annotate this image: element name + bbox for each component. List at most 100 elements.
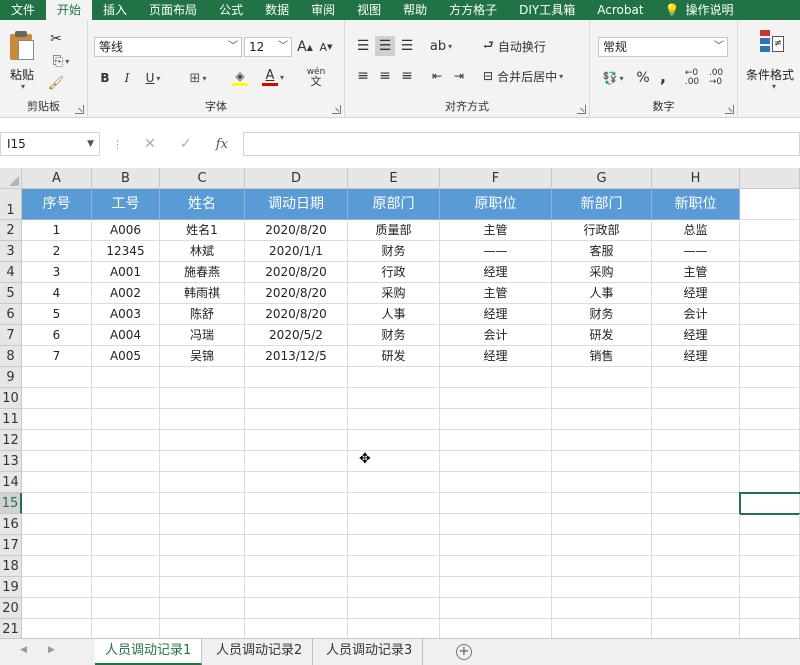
table-cell[interactable]: 会计 xyxy=(652,304,740,325)
empty-cell[interactable] xyxy=(440,472,552,493)
tab-acrobat[interactable]: Acrobat xyxy=(586,0,654,20)
align-center-icon[interactable]: ≡ xyxy=(375,66,395,86)
table-cell[interactable]: 主管 xyxy=(652,262,740,283)
row-header[interactable]: 10 xyxy=(0,388,22,409)
empty-cell[interactable] xyxy=(440,619,552,638)
bold-button[interactable]: B xyxy=(96,68,114,88)
empty-cell[interactable] xyxy=(160,472,245,493)
empty-cell[interactable] xyxy=(92,577,160,598)
table-cell[interactable]: 研发 xyxy=(348,346,440,367)
tab-file[interactable]: 文件 xyxy=(0,0,46,20)
column-header-i[interactable] xyxy=(740,168,800,189)
grow-font-button[interactable]: A ▲ xyxy=(296,37,314,57)
row-header[interactable]: 5 xyxy=(0,283,22,304)
sheet-tab-2[interactable]: 人员调动记录2 xyxy=(206,639,314,665)
empty-cell[interactable] xyxy=(22,556,92,577)
table-cell[interactable]: 吴锦 xyxy=(160,346,245,367)
empty-cell[interactable] xyxy=(22,430,92,451)
table-cell[interactable]: —— xyxy=(440,241,552,262)
empty-cell[interactable] xyxy=(92,619,160,638)
empty-cell[interactable] xyxy=(552,514,652,535)
empty-cell[interactable] xyxy=(740,388,800,409)
empty-cell[interactable] xyxy=(348,577,440,598)
empty-cell[interactable] xyxy=(440,388,552,409)
align-bottom-icon[interactable]: ☰ xyxy=(397,36,417,56)
empty-cell[interactable] xyxy=(552,430,652,451)
column-header-d[interactable]: D xyxy=(245,168,348,189)
table-cell[interactable]: 2020/8/20 xyxy=(245,304,348,325)
empty-cell[interactable] xyxy=(245,430,348,451)
conditional-format-button[interactable]: ≠ 条件格式 ▾ xyxy=(746,26,800,96)
empty-cell[interactable] xyxy=(92,430,160,451)
table-cell[interactable]: A006 xyxy=(92,220,160,241)
tab-home[interactable]: 开始 xyxy=(46,0,93,20)
number-format-box[interactable]: 常规 ﹀ xyxy=(598,37,728,57)
row-header[interactable]: 8 xyxy=(0,346,22,367)
empty-cell[interactable] xyxy=(740,598,800,619)
empty-cell[interactable] xyxy=(440,409,552,430)
table-cell[interactable]: 韩雨祺 xyxy=(160,283,245,304)
table-cell[interactable]: 财务 xyxy=(348,325,440,346)
table-header-cell[interactable]: 原职位 xyxy=(440,189,552,220)
decrease-decimal-icon[interactable]: .00 →0 xyxy=(706,68,726,88)
empty-cell[interactable] xyxy=(348,409,440,430)
sheet-tab-3[interactable]: 人员调动记录3 xyxy=(316,639,424,665)
increase-decimal-icon[interactable]: ←0.00 xyxy=(682,68,702,88)
empty-cell[interactable] xyxy=(160,535,245,556)
empty-cell[interactable] xyxy=(92,535,160,556)
empty-cell[interactable] xyxy=(245,367,348,388)
empty-cell[interactable] xyxy=(22,472,92,493)
row-header[interactable]: 4 xyxy=(0,262,22,283)
empty-cell[interactable] xyxy=(440,598,552,619)
tab-view[interactable]: 视图 xyxy=(346,0,392,20)
font-color-button[interactable]: A ▾ xyxy=(258,66,288,88)
table-cell[interactable]: 林斌 xyxy=(160,241,245,262)
empty-cell[interactable] xyxy=(245,577,348,598)
worksheet-grid[interactable]: A B C D E F G H 1 序号 工号 姓名 调动日期 原部门 原职位 新部门 新职位 2 1 A006 姓名1… xyxy=(0,168,800,638)
tab-help[interactable]: 帮助 xyxy=(392,0,438,20)
empty-cell[interactable] xyxy=(348,556,440,577)
empty-cell[interactable] xyxy=(348,619,440,638)
table-cell[interactable]: 姓名1 xyxy=(160,220,245,241)
empty-cell[interactable] xyxy=(22,367,92,388)
tab-review[interactable]: 审阅 xyxy=(300,0,346,20)
table-header-cell[interactable]: 工号 xyxy=(92,189,160,220)
column-header-f[interactable]: F xyxy=(440,168,552,189)
next-sheet-icon[interactable]: ▶ xyxy=(48,645,55,655)
empty-cell[interactable] xyxy=(652,367,740,388)
empty-cell[interactable] xyxy=(740,535,800,556)
table-cell[interactable]: 财务 xyxy=(552,304,652,325)
align-right-icon[interactable]: ≡ xyxy=(397,66,417,86)
empty-cell[interactable] xyxy=(440,577,552,598)
alignment-launcher-icon[interactable] xyxy=(577,105,586,114)
column-header-g[interactable]: G xyxy=(552,168,652,189)
empty-cell[interactable] xyxy=(740,304,800,325)
empty-cell[interactable] xyxy=(552,619,652,638)
table-cell[interactable]: 陈舒 xyxy=(160,304,245,325)
empty-cell[interactable] xyxy=(652,577,740,598)
table-cell[interactable]: 人事 xyxy=(552,283,652,304)
empty-cell[interactable] xyxy=(552,493,652,514)
empty-cell[interactable] xyxy=(160,556,245,577)
table-cell[interactable]: 3 xyxy=(22,262,92,283)
empty-cell[interactable] xyxy=(552,472,652,493)
fill-color-button[interactable]: ◈ xyxy=(226,66,254,88)
empty-cell[interactable] xyxy=(245,535,348,556)
table-cell[interactable]: 2 xyxy=(22,241,92,262)
table-header-cell[interactable]: 原部门 xyxy=(348,189,440,220)
empty-cell[interactable] xyxy=(348,430,440,451)
empty-cell[interactable] xyxy=(22,619,92,638)
table-cell[interactable]: 5 xyxy=(22,304,92,325)
empty-cell[interactable] xyxy=(552,388,652,409)
column-header-e[interactable]: E xyxy=(348,168,440,189)
empty-cell[interactable] xyxy=(348,472,440,493)
comma-button[interactable]: , xyxy=(656,66,670,86)
table-cell[interactable]: 行政部 xyxy=(552,220,652,241)
row-header[interactable]: 7 xyxy=(0,325,22,346)
empty-cell[interactable] xyxy=(22,493,92,514)
column-header-a[interactable]: A xyxy=(22,168,92,189)
tell-me-box[interactable]: 操作说明 xyxy=(684,0,745,20)
empty-cell[interactable] xyxy=(22,598,92,619)
row-header[interactable]: 16 xyxy=(0,514,22,535)
row-header[interactable]: 9 xyxy=(0,367,22,388)
